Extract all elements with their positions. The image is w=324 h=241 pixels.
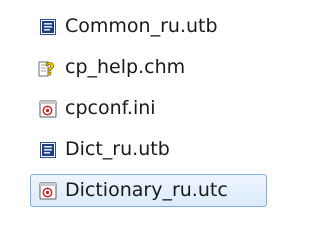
utb-file-icon	[38, 140, 58, 160]
file-name: Dict_ru.utb	[65, 138, 170, 160]
help-file-icon: ?	[38, 58, 58, 78]
file-list: Common_ru.utb ? cp_help.chm cpconf.ini D…	[30, 10, 290, 215]
utb-file-icon	[38, 17, 58, 37]
svg-text:?: ?	[45, 60, 55, 78]
ini-file-icon	[38, 99, 58, 119]
utc-file-icon	[38, 181, 58, 201]
file-item-common-ru-utb[interactable]: Common_ru.utb	[30, 10, 290, 43]
file-item-dictionary-ru-utc[interactable]: Dictionary_ru.utc	[30, 174, 267, 207]
file-name: cpconf.ini	[65, 97, 156, 119]
file-name: Common_ru.utb	[65, 15, 218, 37]
file-item-cpconf-ini[interactable]: cpconf.ini	[30, 92, 290, 125]
file-item-cp-help-chm[interactable]: ? cp_help.chm	[30, 51, 290, 84]
file-item-dict-ru-utb[interactable]: Dict_ru.utb	[30, 133, 290, 166]
file-name: cp_help.chm	[65, 56, 186, 78]
file-name: Dictionary_ru.utc	[65, 179, 228, 201]
